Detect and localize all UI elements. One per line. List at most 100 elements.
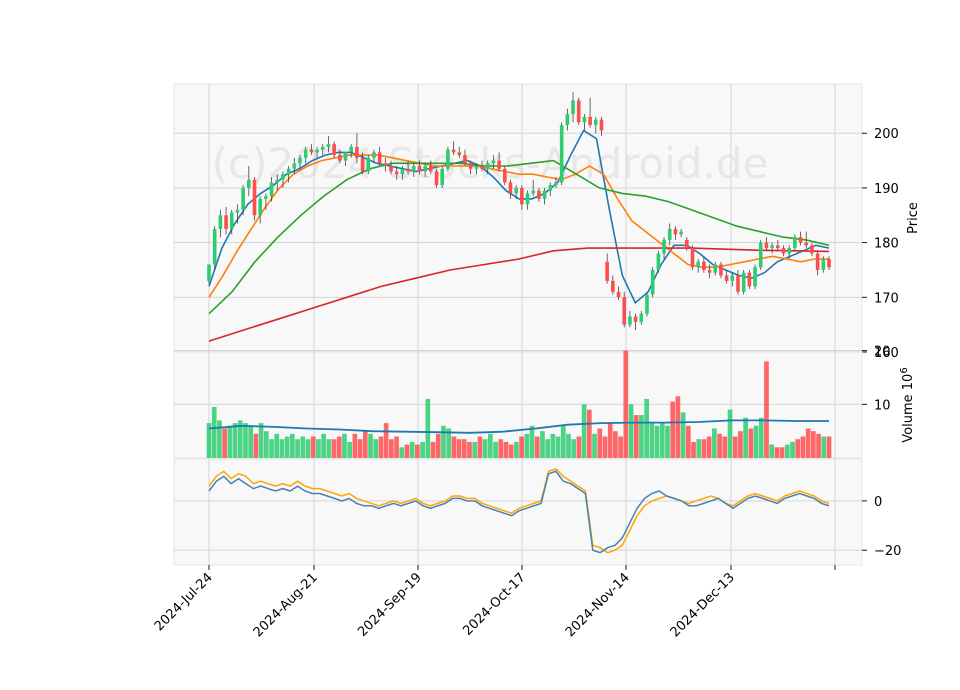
candle-body <box>815 253 820 270</box>
volume-bar <box>811 431 816 458</box>
candle-body <box>662 239 666 254</box>
candle <box>650 267 655 298</box>
volume-bar <box>633 415 639 458</box>
price-tick-label: 180 <box>874 237 899 252</box>
volume-bar <box>295 439 300 458</box>
candle-body <box>338 155 342 161</box>
volume-bar <box>826 436 832 458</box>
volume-bar <box>269 439 274 458</box>
volume-axis-label-exponent: 6 <box>899 367 910 373</box>
candle-body <box>702 261 706 270</box>
candle-body <box>360 157 365 172</box>
volume-bar <box>415 444 420 458</box>
candle-body <box>326 144 331 147</box>
candle-body <box>628 316 632 325</box>
price-panel: (c)2024 Stocks-Android.de 16017018019020… <box>173 83 921 361</box>
candle-body <box>707 269 712 273</box>
volume-bar <box>581 404 587 458</box>
volume-bar <box>248 425 254 458</box>
candle-body <box>286 168 291 175</box>
volume-bar <box>790 441 795 458</box>
volume-bar <box>738 431 743 458</box>
volume-bar <box>503 441 509 458</box>
volume-bar <box>696 439 702 458</box>
volume-axis-label-text: Volume 10 <box>901 374 916 443</box>
candle-body <box>827 259 831 268</box>
candle-body <box>741 272 746 292</box>
candle <box>502 166 507 186</box>
volume-bar <box>243 423 248 458</box>
candle-body <box>281 174 285 180</box>
candle-body <box>611 280 615 292</box>
volume-bar <box>357 439 363 458</box>
candle-body <box>713 264 718 273</box>
candle-body <box>616 291 621 298</box>
candle-body <box>366 157 371 172</box>
date-tick-label: 2024-Jul-24 <box>152 570 216 634</box>
volume-bar <box>571 439 577 458</box>
volume-bar <box>331 439 337 458</box>
volume-bar <box>409 441 415 458</box>
candle-body <box>593 119 598 126</box>
volume-bar <box>263 431 269 458</box>
candle-body <box>696 261 700 268</box>
volume-bar <box>477 436 483 458</box>
candle <box>741 269 746 295</box>
volume-bar <box>217 420 222 458</box>
candle-body <box>758 242 763 268</box>
candle-body <box>650 269 655 295</box>
volume-bar <box>368 433 373 458</box>
volume-bar <box>316 439 321 458</box>
candle-body <box>298 157 302 164</box>
candle-body <box>264 196 268 199</box>
volume-bar <box>560 425 566 458</box>
candle-body <box>639 313 644 322</box>
candle <box>366 155 371 175</box>
volume-bar <box>362 431 368 458</box>
candle <box>690 245 695 270</box>
candle-body <box>485 163 490 169</box>
volume-bar <box>258 423 264 458</box>
volume-bar <box>784 444 790 458</box>
volume-bar <box>628 404 634 458</box>
candle-body <box>269 182 274 197</box>
volume-tick-label: 20 <box>874 345 891 360</box>
volume-bar <box>550 433 556 458</box>
candle-body <box>224 215 228 229</box>
candle-body <box>582 116 587 123</box>
candle-body <box>747 272 752 287</box>
date-tick-label: 2024-Oct-17 <box>460 570 528 638</box>
candle-body <box>821 259 826 270</box>
oscillator-tick-label: −20 <box>874 544 901 559</box>
candle-body <box>218 215 223 229</box>
candle-body <box>588 116 592 126</box>
volume-bar <box>597 428 603 458</box>
volume-bar <box>456 439 462 458</box>
volume-bar <box>352 433 358 458</box>
candle-body <box>724 275 729 281</box>
candle <box>440 166 445 188</box>
candle-body <box>633 316 638 322</box>
volume-bar <box>404 444 410 458</box>
candle-body <box>736 275 740 292</box>
candle-body <box>645 294 649 314</box>
volume-bar <box>519 436 524 458</box>
volume-bar <box>602 436 608 458</box>
candle-body <box>525 193 530 205</box>
volume-bar <box>727 409 733 458</box>
candle-body <box>377 152 382 164</box>
volume-tick-label: 10 <box>874 398 891 413</box>
volume-bar <box>779 447 785 458</box>
volume-bar <box>675 396 681 458</box>
price-panel-background <box>173 83 863 353</box>
candle <box>576 97 581 126</box>
candle-body <box>776 245 780 249</box>
candle-body <box>315 149 319 153</box>
candle-body <box>667 228 672 240</box>
volume-bar <box>336 436 342 458</box>
volume-bar <box>284 436 290 458</box>
volume-bar <box>342 433 347 458</box>
volume-bar <box>795 439 801 458</box>
volume-bar <box>534 436 540 458</box>
stock-chart: (c)2024 Stocks-Android.de 16017018019020… <box>152 83 921 640</box>
